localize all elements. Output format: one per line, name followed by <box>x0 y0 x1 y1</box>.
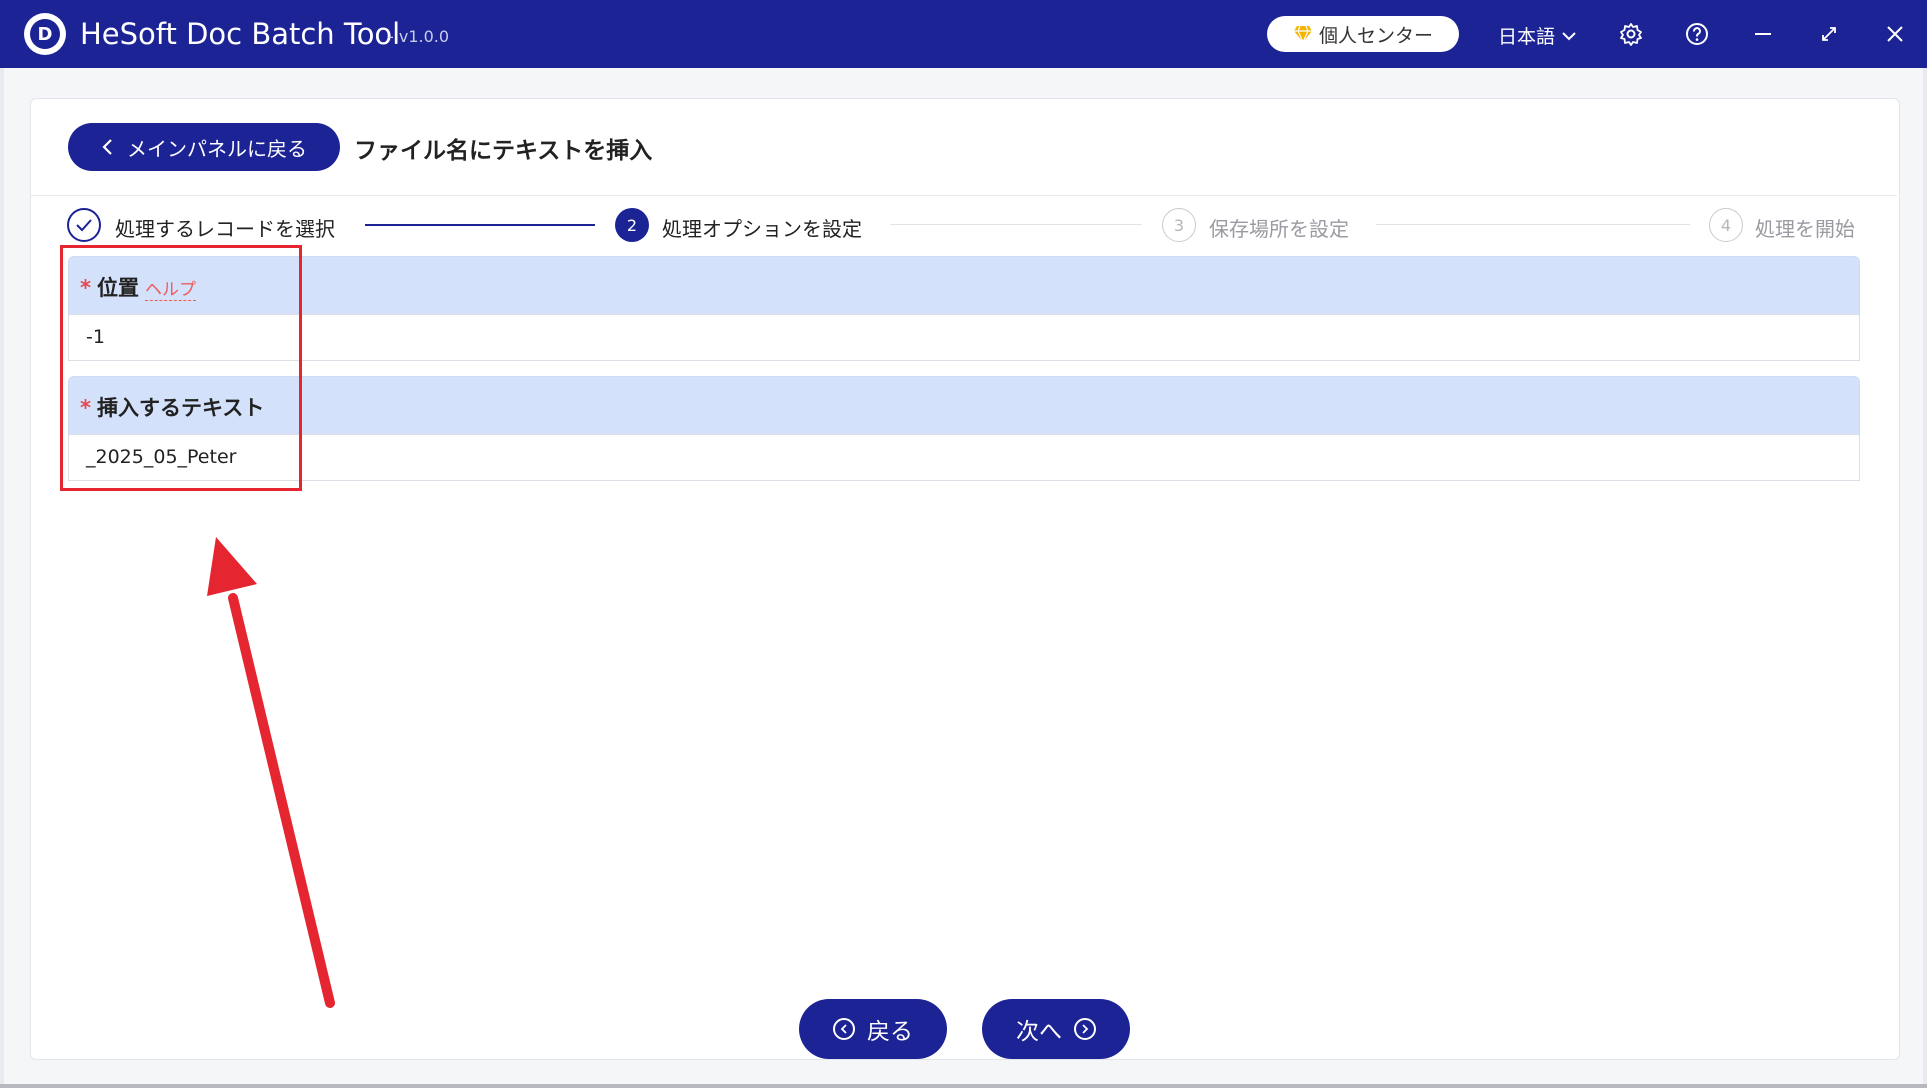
back-button[interactable]: 戻る <box>799 999 947 1059</box>
annotation-arrow <box>207 537 335 1008</box>
chevron-right-circle-icon <box>1074 1018 1096 1040</box>
back-button-label: 戻る <box>867 1019 913 1045</box>
chevron-left-circle-icon <box>833 1018 855 1040</box>
next-button[interactable]: 次へ <box>982 999 1130 1059</box>
next-button-label: 次へ <box>1016 1019 1062 1045</box>
window-bottom-edge <box>0 1084 1927 1088</box>
